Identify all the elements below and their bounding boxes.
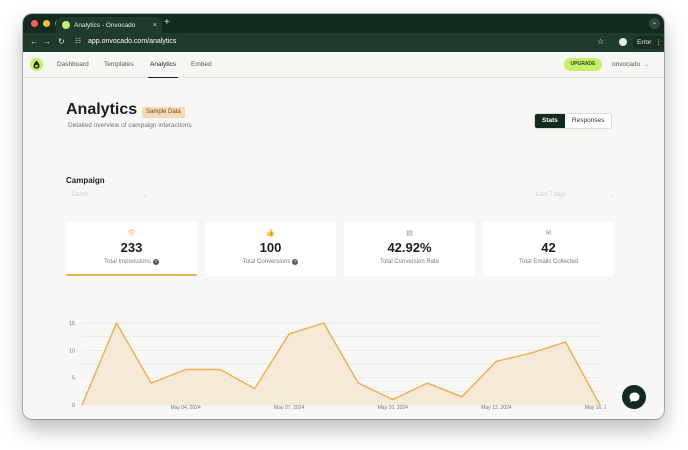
date-range-select[interactable]: Last 7 days ⌄: [536, 192, 614, 199]
data-point: [426, 382, 428, 384]
responses-tab[interactable]: Responses: [565, 114, 612, 128]
data-point: [150, 382, 152, 384]
bookmark-star-icon[interactable]: ☆: [597, 36, 604, 48]
forward-icon[interactable]: →: [43, 36, 51, 48]
impressions-card[interactable]: 👁 233 Total Impressions ?: [66, 222, 197, 276]
nav-analytics[interactable]: Analytics: [148, 52, 179, 78]
campaign-select[interactable]: Demo ⌄: [72, 192, 147, 199]
sample-data-badge: Sample Data: [142, 107, 185, 118]
more-menu-icon: ⋮: [655, 39, 662, 46]
tab-search-icon[interactable]: ⌄: [649, 18, 660, 29]
conversions-card[interactable]: 👍 100 Total Conversions ?: [205, 222, 336, 276]
conversion-rate-label: Total Conversion Rate: [379, 259, 440, 265]
data-point: [357, 382, 359, 384]
emails-label: Total Emails Collected: [518, 259, 579, 265]
x-tick-label: May 07, 2024: [274, 405, 305, 410]
data-point: [115, 322, 118, 324]
favicon-icon: [62, 21, 70, 29]
data-point: [495, 360, 497, 362]
view-toggle: Stats Responses: [534, 113, 613, 129]
chat-bubble-icon: [629, 392, 639, 402]
avocado-icon: [33, 60, 40, 69]
back-icon[interactable]: ←: [30, 36, 38, 48]
close-window-button[interactable]: [31, 20, 38, 27]
conversion-rate-icon: ▤: [406, 230, 413, 237]
impressions-value: 233: [120, 240, 143, 255]
stats-cards: 👁 233 Total Impressions ? 👍 100 Total Co…: [66, 222, 615, 276]
chevron-down-icon: ⌄: [608, 193, 614, 199]
chevron-down-icon[interactable]: ⌄: [644, 59, 649, 71]
reload-icon[interactable]: ↻: [58, 36, 65, 48]
analytics-chart: 0 5 10 15 May 04, 2024 May 07, 2024 May 10, 20…: [69, 321, 606, 410]
browser-tab[interactable]: Analytics - Onvocado ×: [56, 17, 162, 33]
data-point: [530, 352, 532, 354]
upgrade-button[interactable]: UPGRADE: [564, 58, 602, 71]
y-tick-label: 15: [69, 321, 75, 327]
data-point: [254, 388, 256, 390]
thumbs-up-icon: 👍: [266, 230, 275, 237]
help-icon[interactable]: ?: [152, 259, 159, 265]
eye-icon: 👁: [127, 230, 136, 237]
emails-label-row: Total Emails Collected: [483, 259, 614, 265]
data-point: [392, 398, 394, 401]
x-tick-label: May 04, 2024: [170, 405, 201, 410]
x-tick-label: May 13, 2024: [481, 405, 512, 410]
x-tick-label: May 10, 2024: [378, 405, 409, 410]
nav-dashboard[interactable]: Dashboard: [57, 52, 89, 78]
tab-title: Analytics - Onvocado: [74, 21, 136, 29]
site-info-icon[interactable]: ☷: [75, 36, 81, 48]
browser-window: Analytics - Onvocado × + ⌄ ← → ↻ ☷ app.o…: [23, 14, 664, 419]
impressions-label-row: Total Impressions ?: [66, 259, 197, 265]
chevron-down-icon: ⌄: [141, 193, 147, 199]
address-toolbar: ← → ↻ ☷ app.onvocado.com/analytics ☆ Err…: [23, 33, 664, 52]
help-icon[interactable]: ?: [292, 259, 299, 265]
conversions-label-row: Total Conversions ?: [205, 259, 336, 265]
minimize-window-button[interactable]: [43, 20, 50, 27]
app-navbar: Dashboard Templates Analytics Embed UPGR…: [23, 52, 664, 78]
profile-icon[interactable]: [619, 38, 627, 46]
conversion-rate-value: 42.92%: [387, 240, 432, 255]
data-point: [81, 404, 83, 406]
x-tick-label: May 16, 2024: [585, 405, 606, 410]
nav-embed[interactable]: Embed: [191, 52, 212, 78]
campaign-select-value: Demo: [72, 192, 89, 198]
date-range-value: Last 7 days: [536, 192, 567, 198]
onvocado-logo[interactable]: [30, 58, 43, 71]
data-point: [599, 404, 601, 406]
tab-close-icon[interactable]: ×: [153, 22, 157, 29]
conversion-rate-card[interactable]: ▤ 42.92% Total Conversion Rate: [344, 222, 475, 276]
conversion-rate-label-row: Total Conversion Rate: [344, 259, 475, 265]
y-tick-label: 0: [72, 403, 75, 409]
stats-tab[interactable]: Stats: [535, 114, 565, 128]
data-point: [564, 341, 567, 343]
y-tick-label: 5: [72, 376, 75, 382]
conversions-label: Total Conversions: [242, 259, 291, 265]
error-label: Error: [637, 39, 652, 46]
emails-value: 42: [541, 240, 556, 255]
nav-templates[interactable]: Templates: [104, 52, 134, 78]
new-tab-button[interactable]: +: [164, 17, 170, 29]
mail-icon: ✉: [545, 230, 552, 237]
data-point: [461, 396, 463, 398]
page-title: Analytics: [66, 101, 138, 118]
url-field[interactable]: app.onvocado.com/analytics: [88, 36, 176, 48]
y-tick-label: 10: [69, 348, 75, 354]
error-button[interactable]: Error ⋮: [633, 36, 664, 49]
campaign-heading: Campaign: [66, 176, 105, 185]
page-subtitle: Detailed overview of campaign interactio…: [68, 122, 192, 129]
data-point: [323, 322, 325, 324]
emails-card[interactable]: ✉ 42 Total Emails Collected: [483, 222, 614, 276]
impressions-label: Total Impressions: [104, 259, 151, 265]
data-point: [219, 368, 221, 371]
data-point: [185, 368, 187, 371]
chat-widget-button[interactable]: [622, 385, 646, 409]
user-menu[interactable]: onvocado: [612, 59, 640, 71]
tab-strip: Analytics - Onvocado × + ⌄: [23, 14, 664, 33]
data-point: [288, 333, 290, 335]
conversions-value: 100: [259, 240, 282, 255]
